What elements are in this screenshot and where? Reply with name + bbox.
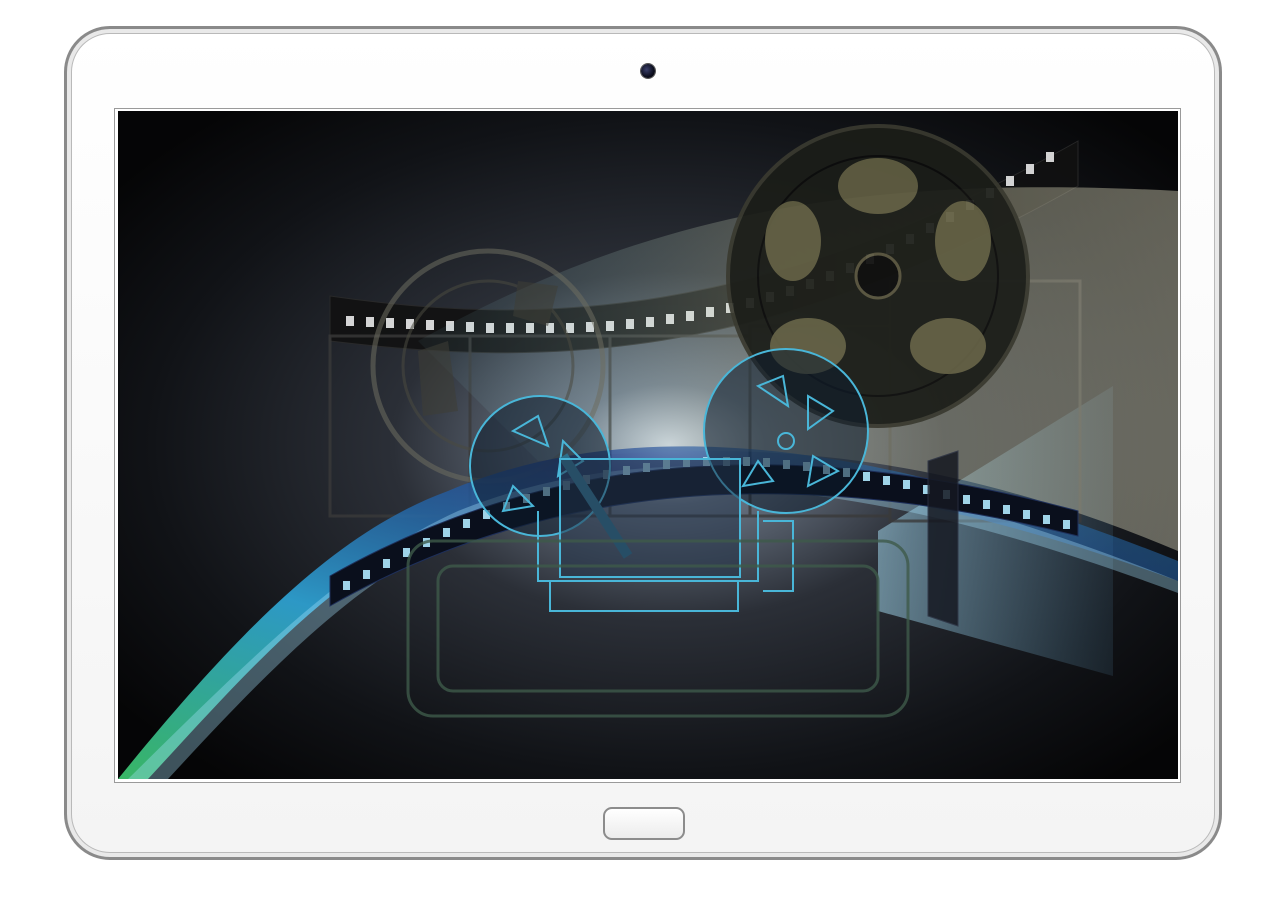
lens-icon bbox=[927, 450, 959, 627]
canvas bbox=[0, 0, 1280, 905]
front-camera-icon bbox=[641, 64, 655, 78]
tablet-screen bbox=[118, 111, 1178, 779]
cinema-artwork bbox=[118, 111, 1178, 779]
home-button[interactable] bbox=[603, 807, 685, 840]
